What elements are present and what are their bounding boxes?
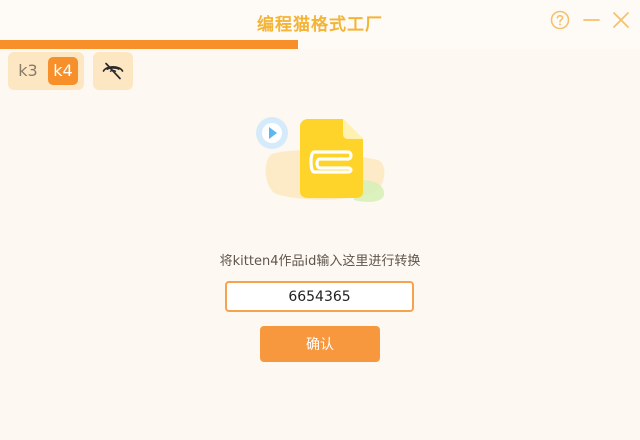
eye-off-icon (102, 62, 124, 80)
window-title: 编程猫格式工厂 (257, 15, 383, 35)
visibility-toggle-button[interactable] (93, 52, 133, 90)
close-icon[interactable] (611, 10, 631, 30)
work-id-input[interactable] (225, 281, 414, 312)
app-window: 编程猫格式工厂 k3 k4 将kitten4作品id输入这里进行转换 66543… (0, 0, 640, 440)
version-k4-button[interactable]: k4 (48, 57, 78, 85)
confirm-button[interactable]: 确认 (260, 326, 380, 362)
version-k3-button[interactable]: k3 (13, 57, 43, 85)
progress-bar-fill (0, 40, 298, 49)
minimize-icon[interactable] (582, 10, 602, 30)
progress-bar (0, 40, 640, 49)
title-bar: 编程猫格式工厂 (0, 0, 640, 42)
file-convert-illustration (250, 112, 390, 212)
help-icon[interactable] (550, 10, 570, 30)
instruction-text: 将kitten4作品id输入这里进行转换 (219, 254, 421, 269)
version-toggle: k3 k4 (8, 52, 84, 90)
